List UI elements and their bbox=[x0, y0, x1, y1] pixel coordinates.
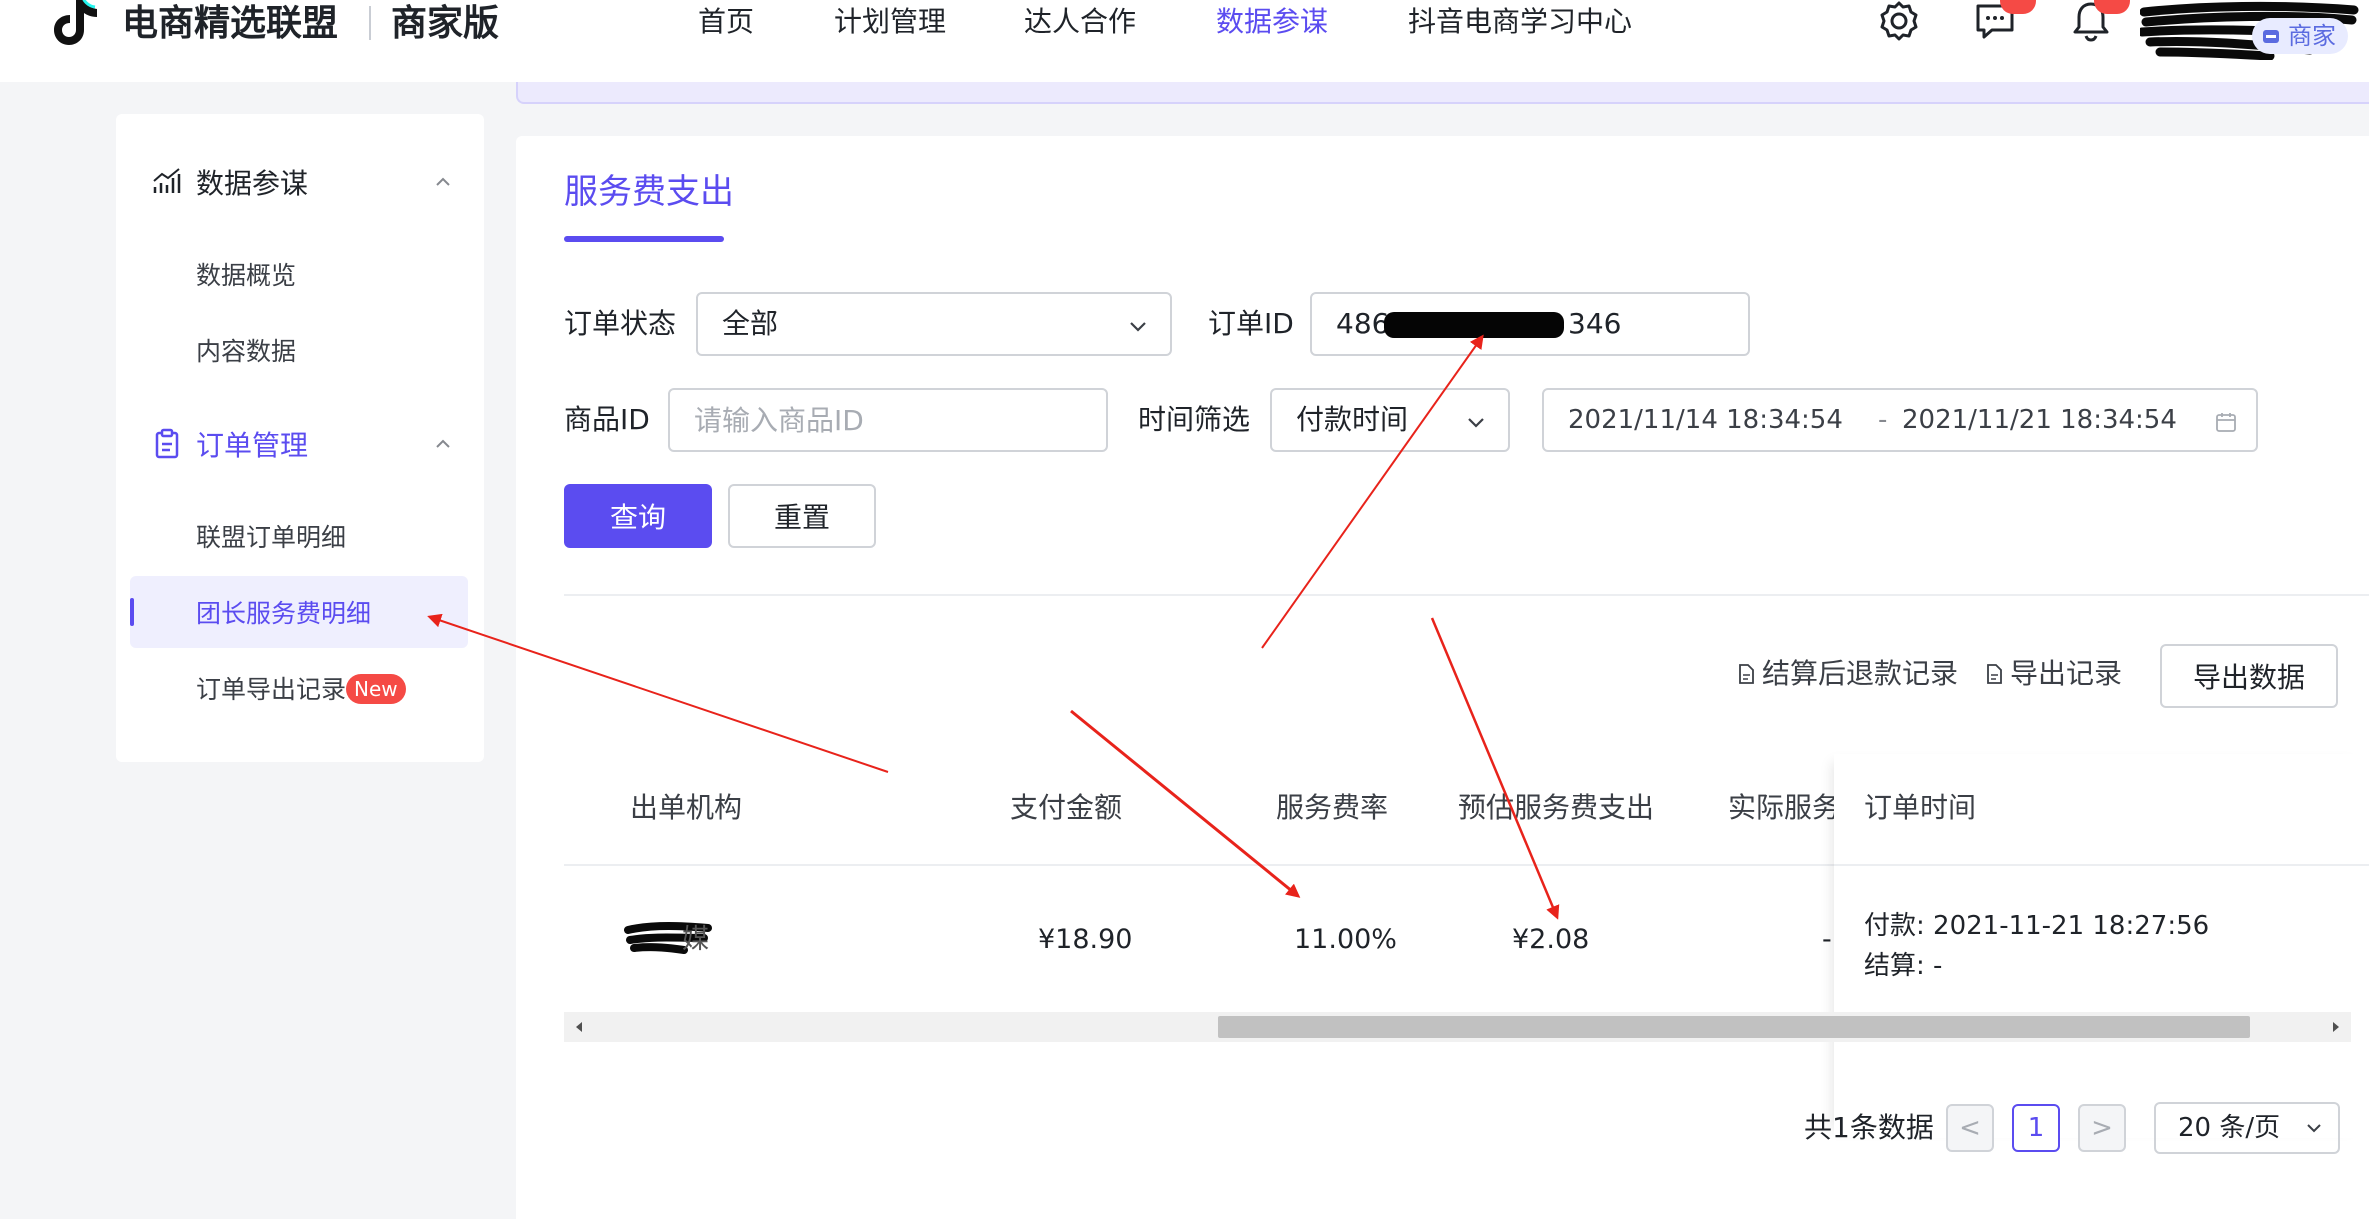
sidebar-item-label: 联盟订单明细 bbox=[196, 523, 347, 552]
pagination-prev-button[interactable]: < bbox=[1946, 1104, 1994, 1152]
export-records-label: 导出记录 bbox=[2010, 657, 2123, 690]
cell-actual-fee: - bbox=[1822, 924, 1832, 955]
order-status-value: 全部 bbox=[722, 307, 779, 340]
column-header-actual-fee: 实际服务 bbox=[1728, 791, 1834, 824]
sidebar-item-order-export-records[interactable]: 订单导出记录 New bbox=[116, 652, 454, 724]
tab-service-fee-expense[interactable]: 服务费支出 bbox=[564, 170, 734, 214]
calendar-icon bbox=[2216, 413, 2236, 432]
cell-estimated-fee: ¥2.08 bbox=[1512, 924, 1590, 955]
pagination-next-button[interactable]: > bbox=[2078, 1104, 2126, 1152]
store-icon bbox=[2263, 30, 2279, 43]
order-id-value-end: 346 bbox=[1568, 307, 1622, 340]
nav-data-advisor[interactable]: 数据参谋 bbox=[1216, 4, 1328, 40]
product-id-label: 商品ID bbox=[564, 403, 650, 436]
query-button[interactable]: 查询 bbox=[564, 484, 712, 548]
filter-divider bbox=[564, 594, 2369, 596]
role-tag-label: 商家 bbox=[2288, 22, 2336, 50]
top-navigation-bar: 电商精选联盟 商家版 首页 计划管理 达人合作 数据参谋 抖音电商学习中心 商家 bbox=[0, 0, 2369, 82]
reset-button[interactable]: 重置 bbox=[728, 484, 876, 548]
sidebar-group-data-advisor[interactable]: 数据参谋 bbox=[116, 152, 484, 212]
sidebar: 数据参谋 数据概览 内容数据 订单管理 联盟订单明细 团长服务费明细 订单导出记… bbox=[116, 114, 484, 762]
scroll-left-arrow-icon[interactable] bbox=[572, 1020, 586, 1034]
cell-pay-time: 付款: 2021-11-21 18:27:56 bbox=[1864, 911, 2210, 941]
column-header-estimated-fee: 预估服务费支出 bbox=[1458, 791, 1655, 824]
brand-divider bbox=[369, 6, 371, 40]
refund-records-link[interactable]: 结算后退款记录 bbox=[1734, 656, 1958, 692]
cell-settle-time: 结算: - bbox=[1864, 951, 1943, 981]
sidebar-group-label: 订单管理 bbox=[196, 429, 309, 462]
table-horizontal-scrollbar[interactable] bbox=[564, 1012, 2351, 1042]
refund-records-label: 结算后退款记录 bbox=[1762, 657, 1959, 690]
pagination-total: 共1条数据 bbox=[1804, 1111, 1934, 1144]
cell-amount: ¥18.90 bbox=[1038, 924, 1133, 955]
column-header-amount: 支付金额 bbox=[1010, 791, 1123, 824]
pagination-page-1[interactable]: 1 bbox=[2012, 1104, 2060, 1152]
nav-plan-management[interactable]: 计划管理 bbox=[834, 4, 946, 40]
time-filter-value: 付款时间 bbox=[1296, 403, 1409, 436]
sidebar-item-content-data[interactable]: 内容数据 bbox=[116, 314, 454, 386]
date-range-start[interactable]: 2021/11/14 18:34:54 bbox=[1568, 390, 1843, 450]
sidebar-item-leader-service-fee[interactable]: 团长服务费明细 bbox=[130, 576, 468, 648]
column-header-order-time: 订单时间 bbox=[1864, 791, 1977, 824]
settings-icon[interactable] bbox=[1876, 0, 1922, 44]
time-filter-select[interactable]: 付款时间 bbox=[1270, 388, 1510, 452]
cell-rate: 11.00% bbox=[1294, 924, 1397, 955]
chevron-down-icon bbox=[1468, 418, 1484, 428]
merchant-role-tag[interactable]: 商家 bbox=[2252, 18, 2348, 54]
douyin-logo-icon[interactable] bbox=[46, 0, 106, 50]
sidebar-item-label: 数据概览 bbox=[196, 261, 297, 290]
date-range-separator: - bbox=[1878, 405, 1888, 435]
brand-name: 电商精选联盟 bbox=[122, 3, 339, 44]
brand-edition: 商家版 bbox=[391, 3, 500, 44]
message-count-badge bbox=[2000, 0, 2036, 14]
product-id-input[interactable] bbox=[668, 388, 1108, 452]
chevron-up-icon bbox=[436, 439, 450, 448]
scroll-right-arrow-icon[interactable] bbox=[2329, 1020, 2343, 1034]
order-id-value-start: 486 bbox=[1336, 307, 1390, 340]
column-header-rate: 服务费率 bbox=[1276, 791, 1389, 824]
notice-strip bbox=[516, 82, 2369, 104]
order-id-input[interactable]: 486 346 bbox=[1310, 292, 1750, 356]
nav-influencer-cooperation[interactable]: 达人合作 bbox=[1024, 4, 1136, 40]
order-status-select[interactable]: 全部 bbox=[696, 292, 1172, 356]
page-size-value: 20 条/页 bbox=[2178, 1113, 2281, 1143]
order-status-label: 订单状态 bbox=[564, 307, 677, 340]
sidebar-group-order-management[interactable]: 订单管理 bbox=[116, 414, 484, 474]
active-indicator bbox=[130, 598, 134, 626]
chevron-down-icon bbox=[2307, 1124, 2321, 1133]
redacted-order-id bbox=[1384, 312, 1564, 338]
fixed-order-time-column: 订单时间 付款: 2021-11-21 18:27:56 结算: - bbox=[1834, 754, 2369, 1138]
fixed-column-divider bbox=[1834, 864, 2369, 866]
export-records-link[interactable]: 导出记录 bbox=[1982, 656, 2122, 692]
scrollbar-thumb[interactable] bbox=[1218, 1016, 2250, 1038]
tab-active-underline bbox=[564, 236, 724, 242]
sidebar-item-label: 订单导出记录 bbox=[196, 675, 347, 704]
chevron-up-icon bbox=[436, 177, 450, 186]
nav-home[interactable]: 首页 bbox=[698, 4, 754, 40]
sidebar-item-data-overview[interactable]: 数据概览 bbox=[116, 238, 454, 310]
chart-icon bbox=[153, 168, 181, 193]
sidebar-item-label: 团长服务费明细 bbox=[196, 599, 372, 628]
date-range-picker[interactable]: 2021/11/14 18:34:54 - 2021/11/21 18:34:5… bbox=[1542, 388, 2258, 452]
export-data-button[interactable]: 导出数据 bbox=[2160, 644, 2338, 708]
sidebar-item-label: 内容数据 bbox=[196, 337, 297, 366]
column-header-org: 出单机构 bbox=[630, 791, 743, 824]
chevron-down-icon bbox=[1130, 322, 1146, 332]
sidebar-item-alliance-orders[interactable]: 联盟订单明细 bbox=[116, 500, 454, 572]
time-filter-label: 时间筛选 bbox=[1138, 403, 1251, 436]
date-range-end[interactable]: 2021/11/21 18:34:54 bbox=[1902, 390, 2177, 450]
notification-count-badge bbox=[2094, 0, 2130, 14]
page-size-select[interactable]: 20 条/页 bbox=[2154, 1102, 2340, 1154]
document-icon bbox=[1739, 664, 1754, 684]
order-id-label: 订单ID bbox=[1208, 307, 1294, 340]
main-content: 服务费支出 订单状态 全部 订单ID 486 346 商品ID 时间筛选 付款时… bbox=[516, 136, 2369, 1219]
new-badge: New bbox=[346, 674, 406, 704]
clipboard-icon bbox=[155, 428, 179, 459]
org-name-visible-part: 媒 bbox=[682, 924, 709, 955]
nav-learning-center[interactable]: 抖音电商学习中心 bbox=[1408, 4, 1632, 40]
sidebar-group-label: 数据参谋 bbox=[196, 167, 309, 200]
document-icon bbox=[1987, 664, 2002, 684]
